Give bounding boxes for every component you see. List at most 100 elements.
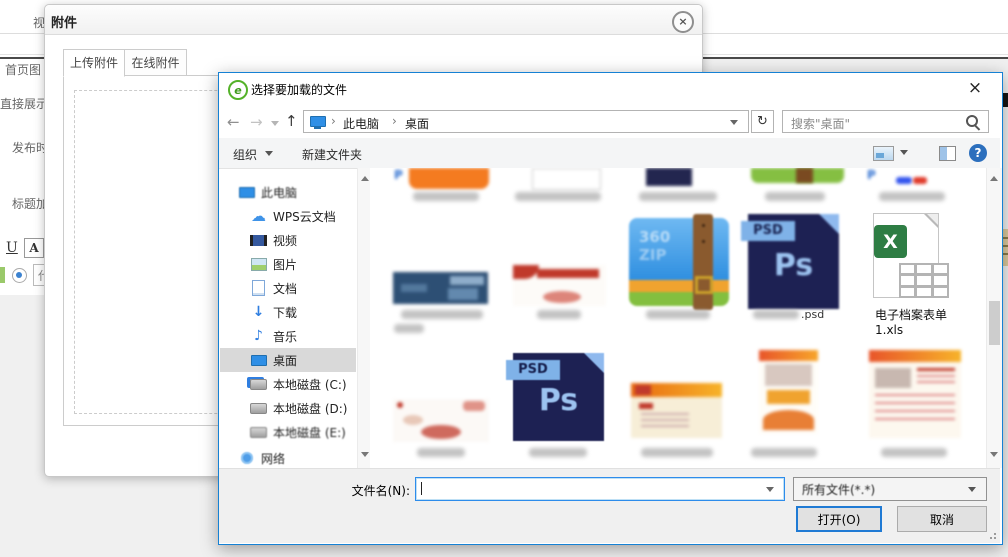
file-name-blurred: [753, 310, 799, 319]
file-name-blurred: [394, 324, 424, 333]
dialog-close-button[interactable]: ×: [962, 76, 988, 100]
file-thumbnail[interactable]: [759, 350, 818, 434]
underline-button[interactable]: U: [6, 240, 18, 256]
attachment-dialog-header[interactable]: 附件: [45, 5, 702, 35]
toolbar-icon[interactable]: [0, 267, 5, 283]
dialog-toolbar: 组织 新建文件夹 ?: [219, 138, 1000, 169]
scroll-down-icon[interactable]: [361, 452, 369, 457]
tab-online-attachment[interactable]: 在线附件: [124, 49, 187, 77]
refresh-button[interactable]: ↻: [751, 110, 774, 133]
file-name-blurred: [515, 192, 601, 201]
file-dialog-title: 选择要加载的文件: [251, 81, 347, 98]
up-button[interactable]: ↑: [285, 112, 298, 130]
file-name[interactable]: 电子档案表单 1.xls: [875, 308, 959, 338]
drive-icon: [250, 379, 267, 390]
sidebar-item-documents[interactable]: 文档: [220, 276, 356, 300]
search-icon[interactable]: [966, 115, 978, 127]
drive-icon: [250, 427, 267, 438]
form-label: 标题加: [12, 195, 48, 212]
sidebar-item-this-pc[interactable]: 此电脑: [220, 180, 356, 204]
filetype-dropdown-icon[interactable]: [968, 487, 976, 492]
file-icon: [913, 177, 927, 184]
filetype-select[interactable]: 所有文件(*.*): [793, 477, 987, 501]
file-open-dialog: e 选择要加载的文件 × ← → ↑ › 此电脑 › 桌面 ↻ 搜索"桌面" 组…: [218, 72, 1003, 545]
scrollbar-thumb[interactable]: [989, 301, 1000, 345]
file-icon[interactable]: [409, 168, 489, 189]
filetype-value: 所有文件(*.*): [802, 481, 875, 498]
file-name-line: 1.xls: [875, 323, 959, 338]
sidebar-item-network[interactable]: 网络: [220, 446, 356, 468]
address-dropdown-icon[interactable]: [730, 120, 738, 125]
view-mode-icon[interactable]: [873, 146, 894, 161]
text-caret: [421, 482, 422, 495]
forward-button[interactable]: →: [250, 113, 263, 131]
psd-tab-label: PSD: [741, 221, 795, 241]
file-name-blurred: [639, 192, 717, 201]
globe-icon[interactable]: [12, 268, 27, 283]
file-icon[interactable]: [532, 168, 601, 190]
address-bar[interactable]: › 此电脑 › 桌面: [303, 110, 749, 133]
dialog-footer: 文件名(N): 所有文件(*.*) 打开(O) 取消: [219, 468, 1000, 543]
file-icon: P: [394, 168, 403, 182]
file-list-scrollbar[interactable]: [986, 168, 1002, 468]
sidebar-item-wps-cloud[interactable]: ☁ WPS云文档: [220, 204, 356, 228]
file-thumbnail[interactable]: [393, 399, 489, 442]
sidebar-item-drive-d[interactable]: 本地磁盘 (D:): [220, 396, 356, 420]
scroll-up-icon[interactable]: [361, 176, 369, 181]
help-button[interactable]: ?: [969, 144, 987, 162]
attachment-dialog-title: 附件: [51, 12, 77, 31]
breadcrumb-this-pc[interactable]: 此电脑: [343, 115, 379, 132]
tab-upload-attachment[interactable]: 上传附件: [63, 49, 125, 77]
file-icon[interactable]: [646, 168, 692, 186]
history-dropdown-icon[interactable]: [271, 121, 279, 126]
sidebar-item-videos[interactable]: 视频: [220, 228, 356, 252]
form-label: 首页图: [5, 61, 41, 78]
form-label: 直接展示: [0, 95, 48, 112]
sidebar-item-downloads[interactable]: ↓ 下载: [220, 300, 356, 324]
file-thumbnail[interactable]: [869, 350, 961, 438]
breadcrumb-desktop[interactable]: 桌面: [405, 115, 429, 132]
excel-badge: X: [874, 225, 907, 258]
file-list: P P: [370, 168, 986, 468]
crumb-separator: ›: [392, 114, 397, 128]
file-thumbnail[interactable]: [513, 265, 606, 306]
file-thumbnail[interactable]: [631, 383, 722, 438]
resize-grip[interactable]: [986, 529, 996, 539]
file-icon[interactable]: P: [867, 168, 876, 182]
ie-icon: e: [228, 80, 248, 100]
sidebar: 此电脑 ☁ WPS云文档 视频 图片 文档 ↓ 下载 ♪ 音乐 桌面: [219, 168, 357, 468]
font-color-button[interactable]: A: [24, 238, 44, 258]
file-thumbnail[interactable]: [393, 272, 488, 304]
sidebar-item-desktop[interactable]: 桌面: [220, 348, 356, 372]
cloud-icon: ☁: [250, 207, 267, 225]
file-icon-360zip[interactable]: 360 ZIP: [629, 214, 729, 306]
new-folder-button[interactable]: 新建文件夹: [302, 146, 362, 163]
excel-grid-icon: [899, 263, 949, 298]
psd-ps-glyph: Ps: [513, 383, 604, 418]
scroll-up-icon[interactable]: [990, 176, 998, 181]
file-name-blurred: [417, 448, 465, 457]
document-icon: [252, 280, 265, 296]
refresh-icon: ↻: [757, 114, 768, 129]
filename-input[interactable]: [415, 477, 785, 501]
back-button[interactable]: ←: [227, 113, 240, 131]
open-button[interactable]: 打开(O): [796, 506, 882, 532]
sidebar-item-music[interactable]: ♪ 音乐: [220, 324, 356, 348]
file-dialog-titlebar[interactable]: e 选择要加载的文件 ×: [219, 73, 1000, 104]
view-dropdown-icon[interactable]: [900, 150, 908, 155]
preview-pane-icon[interactable]: [939, 146, 956, 161]
organize-dropdown-icon[interactable]: [265, 151, 273, 156]
sidebar-item-pictures[interactable]: 图片: [220, 252, 356, 276]
cancel-button[interactable]: 取消: [897, 506, 987, 532]
sidebar-item-drive-c[interactable]: 本地磁盘 (C:): [220, 372, 356, 396]
search-placeholder: 搜索"桌面": [791, 115, 850, 132]
download-arrow-icon: ↓: [250, 304, 267, 320]
file-name-blurred: [765, 192, 825, 201]
filename-dropdown-icon[interactable]: [766, 487, 774, 492]
file-name-blurred: [881, 448, 947, 457]
scroll-down-icon[interactable]: [990, 452, 998, 457]
search-box[interactable]: 搜索"桌面": [782, 110, 989, 133]
organize-button[interactable]: 组织: [233, 146, 257, 163]
attachment-close-button[interactable]: ×: [672, 11, 694, 33]
sidebar-item-drive-e[interactable]: 本地磁盘 (E:): [220, 420, 356, 444]
